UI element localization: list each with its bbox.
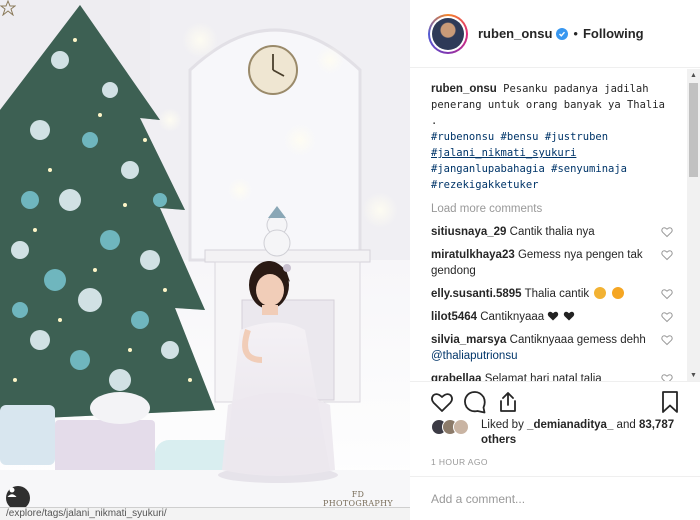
following-button[interactable]: Following <box>583 26 644 41</box>
comment-username[interactable]: lilot5464 <box>431 311 477 323</box>
hashtag-link[interactable]: #bensu <box>501 131 539 143</box>
like-comment-heart-icon[interactable] <box>661 311 673 323</box>
load-more-comments[interactable]: Load more comments <box>431 201 673 217</box>
comment-username[interactable]: miratulkhaya23 <box>431 249 515 261</box>
thumbs-up-emoji-icon <box>594 287 607 299</box>
person-icon <box>7 487 17 497</box>
comment-item: lilot5464 Cantiknyaaa <box>431 309 673 325</box>
photo-credit-logo-icon <box>0 0 16 16</box>
liker-avatars[interactable] <box>431 419 475 435</box>
likes-and: and <box>616 419 636 431</box>
author-avatar[interactable] <box>428 13 468 54</box>
post-caption: ruben_onsu Pesanku padanya jadilah pener… <box>431 81 673 193</box>
comment-text: Cantiknyaaa gemess dehh <box>509 334 646 346</box>
comment-item: miratulkhaya23 Gemess nya pengen tak gen… <box>431 247 673 279</box>
post-actions-bar <box>410 381 700 419</box>
scroll-up-arrow-icon[interactable]: ▲ <box>687 69 700 81</box>
comment-item: sitiusnaya_29 Cantik thalia nya <box>431 224 673 240</box>
scroll-thumb[interactable] <box>689 83 698 177</box>
comment-text: Selamat hari natal talia <box>484 373 602 381</box>
caption-dot: . <box>431 115 438 127</box>
share-icon[interactable] <box>496 390 520 414</box>
comment-input[interactable] <box>431 491 671 506</box>
comment-item: grabellaa Selamat hari natal talia <box>431 371 673 381</box>
hashtag-link[interactable]: #jalani_nikmati_syukuri <box>431 147 576 159</box>
likes-prefix: Liked by <box>481 419 524 431</box>
hashtag-link[interactable]: #rezekigakketuker <box>431 179 538 191</box>
comment-item: elly.susanti.5895 Thalia cantik <box>431 286 673 302</box>
black-heart-emoji-icon <box>563 311 574 321</box>
header-separator: • <box>573 26 578 41</box>
browser-status-url: /explore/tags/jalani_nikmati_syukuri/ <box>0 507 410 520</box>
comments-scrollbar[interactable]: ▲ ▼ <box>687 69 700 381</box>
add-comment-bar <box>410 476 700 520</box>
hashtag-link[interactable]: #justruben <box>545 131 608 143</box>
hashtag-link[interactable]: #senyuminaja <box>551 163 627 175</box>
hashtag-link[interactable]: #janganlupabahagia <box>431 163 545 175</box>
bookmark-icon[interactable] <box>658 390 682 414</box>
like-comment-heart-icon[interactable] <box>661 334 673 346</box>
comment-item: silvia_marsya Cantiknyaaa gemess dehh @t… <box>431 332 673 364</box>
verified-badge-icon <box>556 27 569 40</box>
photo-illustration <box>0 0 410 520</box>
comment-text: Cantiknyaaa <box>480 311 545 323</box>
post-timestamp[interactable]: 1 HOUR AGO <box>431 457 488 467</box>
likes-summary: Liked by _demianaditya_ and 83,787 other… <box>431 418 691 448</box>
liker-avatar <box>453 419 469 435</box>
comment-username[interactable]: silvia_marsya <box>431 334 506 346</box>
like-comment-heart-icon[interactable] <box>661 226 673 238</box>
likes-text: Liked by _demianaditya_ and 83,787 other… <box>481 418 691 448</box>
comment-icon[interactable] <box>463 390 487 414</box>
like-comment-heart-icon[interactable] <box>661 288 673 300</box>
post-photo[interactable]: FD PHOTOGRAPHY /explore/tags/jalani_nikm… <box>0 0 410 520</box>
post-side-panel: ruben_onsu • Following ruben_onsu Pesank… <box>410 0 700 520</box>
post-header: ruben_onsu • Following <box>410 0 700 68</box>
hashtag-link[interactable]: #rubenonsu <box>431 131 494 143</box>
like-comment-heart-icon[interactable] <box>661 373 673 381</box>
comment-username[interactable]: grabellaa <box>431 373 482 381</box>
caption-username[interactable]: ruben_onsu <box>431 83 497 95</box>
black-heart-emoji-icon <box>548 311 559 321</box>
kiss-face-emoji-icon <box>611 287 624 299</box>
liker-username[interactable]: _demianaditya_ <box>527 419 613 431</box>
comment-text: Thalia cantik <box>524 288 590 300</box>
heart-icon[interactable] <box>430 390 454 414</box>
comment-username[interactable]: sitiusnaya_29 <box>431 226 506 238</box>
photo-credit: FD PHOTOGRAPHY <box>323 490 393 508</box>
comments-list[interactable]: ruben_onsu Pesanku padanya jadilah pener… <box>410 69 687 381</box>
comment-text: Cantik thalia nya <box>509 226 595 238</box>
author-avatar-image <box>432 17 464 50</box>
author-username[interactable]: ruben_onsu <box>478 26 552 41</box>
comment-username[interactable]: elly.susanti.5895 <box>431 288 522 300</box>
comment-mention-link[interactable]: @thaliaputrionsu <box>431 350 517 362</box>
like-comment-heart-icon[interactable] <box>661 249 673 261</box>
scroll-down-arrow-icon[interactable]: ▼ <box>687 369 700 381</box>
